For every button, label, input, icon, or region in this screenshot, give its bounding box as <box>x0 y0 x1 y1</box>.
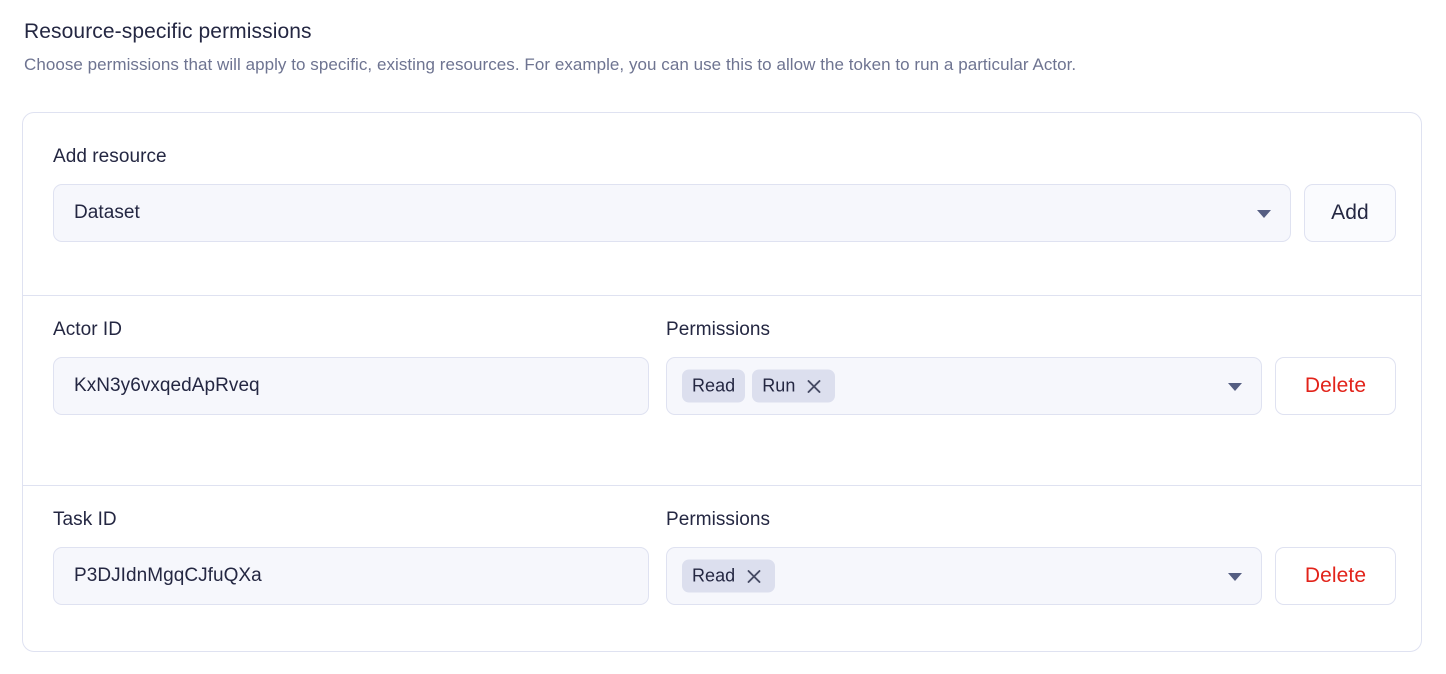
resource-id-label: Task ID <box>53 507 117 533</box>
resource-row: Task ID P3DJIdnMgqCJfuQXa Permissions Re… <box>23 486 1421 652</box>
page-description: Choose permissions that will apply to sp… <box>24 52 1076 78</box>
resource-id-input[interactable]: KxN3y6vxqedApRveq <box>53 357 649 415</box>
permission-chip-label: Read <box>692 376 735 397</box>
add-resource-select[interactable]: Dataset <box>53 184 1291 242</box>
add-resource-section: Add resource Dataset Add <box>23 113 1421 296</box>
remove-permission-icon[interactable] <box>804 376 824 396</box>
resource-id-label: Actor ID <box>53 317 122 343</box>
permissions-select[interactable]: Read Run <box>666 357 1262 415</box>
permission-chip[interactable]: Read <box>682 560 775 593</box>
permissions-select[interactable]: Read <box>666 547 1262 605</box>
permission-chip-label: Run <box>762 376 795 397</box>
chevron-down-icon <box>1228 383 1242 391</box>
permissions-label: Permissions <box>666 507 770 533</box>
permission-chip[interactable]: Read <box>682 370 745 403</box>
resource-permissions-page: Resource-specific permissions Choose per… <box>0 0 1446 674</box>
remove-permission-icon[interactable] <box>744 566 764 586</box>
resource-id-value: P3DJIdnMgqCJfuQXa <box>54 563 262 589</box>
page-title: Resource-specific permissions <box>24 18 312 46</box>
resource-permissions-card: Add resource Dataset Add Actor ID KxN3y6… <box>22 112 1422 652</box>
delete-button[interactable]: Delete <box>1275 547 1396 605</box>
add-resource-label: Add resource <box>53 144 167 170</box>
resource-id-input[interactable]: P3DJIdnMgqCJfuQXa <box>53 547 649 605</box>
permissions-chip-list: Read <box>682 560 775 593</box>
add-resource-select-value: Dataset <box>54 200 140 226</box>
resource-row: Actor ID KxN3y6vxqedApRveq Permissions R… <box>23 296 1421 486</box>
add-button[interactable]: Add <box>1304 184 1396 242</box>
resource-id-value: KxN3y6vxqedApRveq <box>54 373 260 399</box>
permission-chip-label: Read <box>692 566 735 587</box>
permissions-label: Permissions <box>666 317 770 343</box>
permission-chip[interactable]: Run <box>752 370 835 403</box>
chevron-down-icon <box>1257 210 1271 218</box>
delete-button[interactable]: Delete <box>1275 357 1396 415</box>
chevron-down-icon <box>1228 573 1242 581</box>
permissions-chip-list: Read Run <box>682 370 835 403</box>
